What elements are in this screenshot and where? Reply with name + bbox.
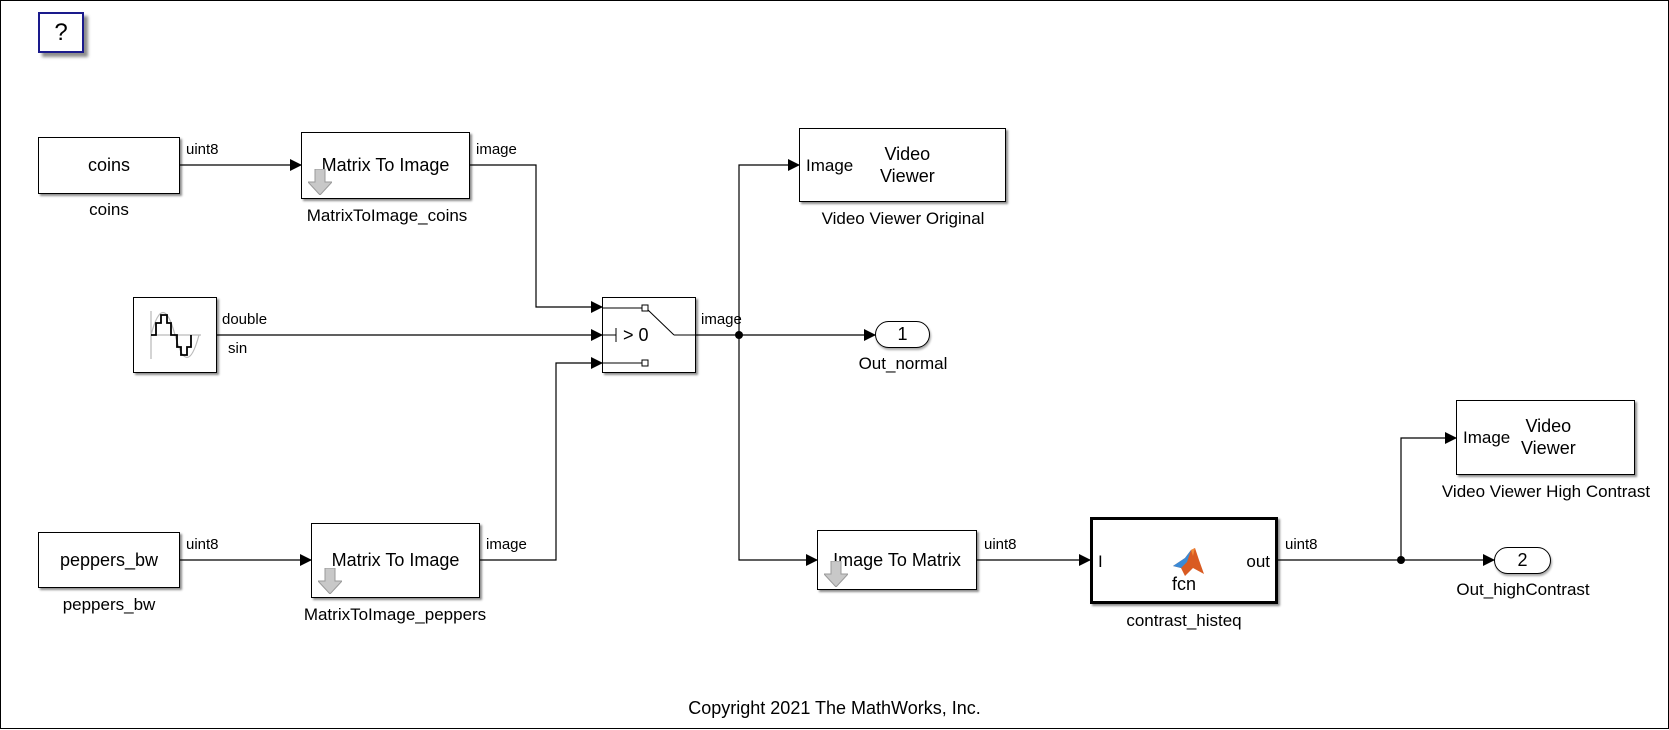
switch-icon	[602, 304, 696, 367]
branch-point	[1397, 556, 1405, 564]
wire-branch-to-viewer-original[interactable]	[738, 159, 800, 335]
block-text: Image To Matrix	[833, 549, 961, 570]
sine-wave-icon	[150, 311, 201, 359]
switch-threshold: > 0	[623, 325, 649, 345]
block-text: peppers_bw	[59, 549, 159, 570]
port-label: Image	[806, 156, 854, 175]
down-arrow-icon	[824, 561, 848, 587]
signal-label[interactable]: double	[222, 311, 267, 328]
port-label: I	[1098, 552, 1103, 571]
block-name-out-high-contrast[interactable]: Out_highContrast	[1456, 580, 1589, 600]
block-text: Matrix To Image	[321, 155, 450, 175]
signal-label[interactable]: image	[701, 311, 742, 328]
wire-branch-to-i2m[interactable]	[738, 335, 818, 566]
port-number: 1	[897, 324, 908, 344]
block-text-line: Viewer	[1521, 438, 1576, 458]
block-text-line: Video	[1525, 416, 1572, 436]
simulink-canvas: ? coins coins uint8 Matrix To Image Matr…	[0, 0, 1669, 729]
block-name-video-viewer-high-contrast[interactable]: Video Viewer High Contrast	[1442, 482, 1650, 502]
block-text: Matrix To Image	[331, 550, 460, 570]
block-name-sin[interactable]: sin	[228, 340, 247, 357]
wire-m2i-coins-to-switch[interactable]	[470, 164, 603, 313]
block-text: coins	[87, 155, 131, 175]
block-video-viewer-high-contrast[interactable]: Image Video Viewer	[1456, 400, 1635, 475]
block-text: fcn	[1171, 574, 1196, 594]
signal-label[interactable]: image	[476, 141, 517, 158]
block-peppers-bw[interactable]: peppers_bw	[38, 532, 180, 588]
block-matrix-to-image-peppers[interactable]: Matrix To Image	[311, 523, 480, 598]
branch-point	[735, 331, 743, 339]
block-text: Video Viewer	[880, 143, 935, 187]
block-name-peppers-bw[interactable]: peppers_bw	[63, 595, 156, 615]
block-switch[interactable]: > 0	[602, 297, 696, 373]
block-name-out-normal[interactable]: Out_normal	[859, 354, 948, 374]
block-name-contrast-histeq[interactable]: contrast_histeq	[1126, 611, 1241, 631]
block-matrix-to-image-coins[interactable]: Matrix To Image	[301, 132, 470, 199]
block-name-video-viewer-original[interactable]: Video Viewer Original	[822, 209, 985, 229]
signal-label[interactable]: image	[486, 536, 527, 553]
down-arrow-icon	[318, 568, 342, 594]
block-image-to-matrix[interactable]: Image To Matrix	[817, 530, 977, 590]
signal-label[interactable]: uint8	[186, 141, 219, 158]
block-name-matrix-to-image-peppers[interactable]: MatrixToImage_peppers	[304, 605, 486, 625]
outport-2[interactable]: 2	[1494, 547, 1551, 574]
block-text-line: Video	[884, 144, 931, 164]
port-label: out	[1246, 552, 1270, 571]
wire-m2i-peppers-to-switch[interactable]	[480, 357, 603, 561]
down-arrow-icon	[308, 169, 332, 195]
signal-label[interactable]: uint8	[984, 536, 1017, 553]
port-number: 2	[1517, 550, 1528, 570]
signal-lines	[180, 159, 1495, 566]
block-sine-wave[interactable]	[133, 297, 217, 373]
block-video-viewer-original[interactable]: Image Video Viewer	[799, 128, 1006, 202]
copyright-annotation: Copyright 2021 The MathWorks, Inc.	[688, 698, 981, 718]
block-coins[interactable]: coins	[38, 137, 180, 194]
outport-1[interactable]: 1	[875, 321, 930, 348]
block-name-coins[interactable]: coins	[89, 200, 129, 220]
block-contrast-histeq[interactable]: I out fcn	[1090, 517, 1278, 604]
block-name-matrix-to-image-coins[interactable]: MatrixToImage_coins	[307, 206, 468, 226]
help-button[interactable]: ?	[38, 12, 84, 53]
signal-label[interactable]: uint8	[1285, 536, 1318, 553]
block-text-line: Viewer	[880, 166, 935, 186]
signal-label[interactable]: uint8	[186, 536, 219, 553]
port-label: Image	[1463, 428, 1511, 447]
block-text: Video Viewer	[1521, 415, 1576, 459]
